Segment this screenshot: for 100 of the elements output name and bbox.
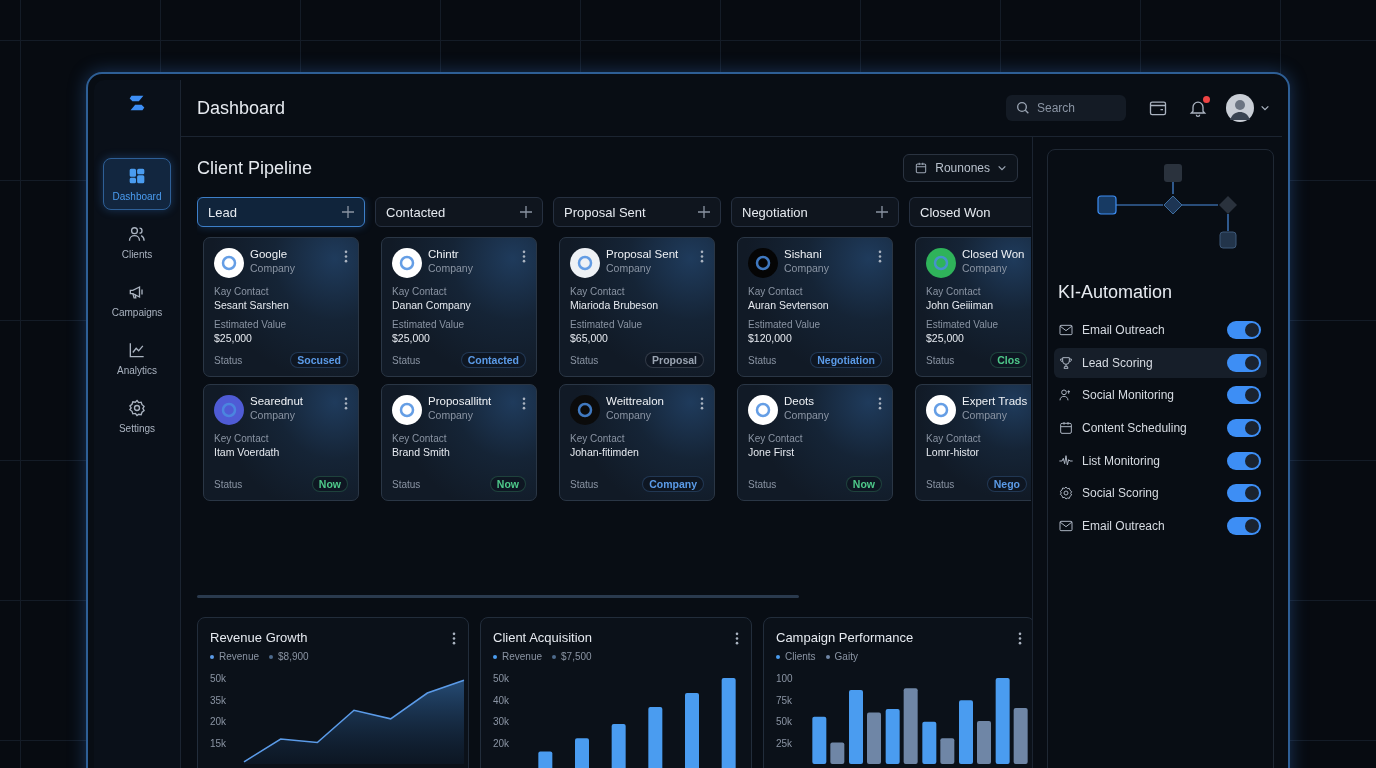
more-icon[interactable] (344, 250, 348, 263)
nav-item[interactable]: Analytics (103, 332, 171, 384)
axis-label: 75k (776, 694, 793, 706)
more-icon[interactable] (878, 250, 882, 263)
axis-label: 25k (776, 737, 793, 749)
field-label: Key Contact (748, 433, 804, 444)
scrollbar-thumb[interactable] (197, 595, 799, 598)
client-card[interactable]: Chintr Company Kay Contact Danan Company Estimated Value $25,000 Status Contacted (381, 237, 537, 377)
automation-item[interactable]: Email Outreach (1054, 511, 1267, 542)
bar (812, 716, 827, 764)
bar (867, 712, 881, 764)
field-label: Status (570, 478, 599, 490)
column-title: Negotiation (742, 204, 808, 220)
field-label: Status (392, 478, 421, 490)
gear-icon (127, 398, 147, 418)
nav-item[interactable]: Clients (103, 216, 171, 268)
toggle-switch[interactable] (1227, 517, 1261, 536)
more-icon[interactable] (452, 632, 456, 645)
axis-label: 50k (210, 673, 227, 684)
chevron-icon[interactable] (1260, 103, 1270, 113)
field-label: Estimated Value (392, 319, 466, 330)
field-label: Kay Contact (392, 286, 448, 297)
client-card[interactable]: Expert Trads Company Kay Contact Lomr-histor Status Nego (915, 384, 1031, 501)
field-label: Status (214, 478, 243, 490)
client-card[interactable]: Closed Won Company Kay Contact John Geiiiman Estimated Value $25,000 Status Clos (915, 237, 1031, 377)
automation-item[interactable]: Email Outreach (1054, 315, 1267, 345)
field-label: Status (748, 478, 777, 490)
search-field[interactable]: Search (1006, 95, 1126, 121)
toggle-switch[interactable] (1227, 386, 1261, 405)
automation-item[interactable]: Social Scoring (1054, 478, 1267, 509)
field-label: Status (926, 354, 955, 366)
client-card[interactable]: Searednut Company Key Contact Itam Voerdath Status Now (203, 384, 359, 501)
company-type: Company (962, 409, 1008, 421)
bar (922, 721, 937, 764)
more-icon[interactable] (344, 397, 348, 410)
company-name: Proposal Sent (606, 248, 680, 260)
contact-name: Miarioda Brubeson (570, 299, 660, 311)
contact-name: Auran Sevtenson (748, 299, 830, 311)
contact-name: John Geiiiman (926, 299, 995, 311)
nav-item[interactable]: Dashboard (103, 158, 171, 210)
automation-label: Social Monitoring (1082, 388, 1176, 403)
toggle-switch[interactable] (1227, 484, 1261, 503)
automation-item[interactable]: List Monitoring (1054, 445, 1267, 476)
add-icon[interactable] (520, 206, 532, 218)
bar (940, 738, 955, 764)
filter-dropdown[interactable]: Rounones (903, 154, 1018, 182)
more-icon[interactable] (522, 250, 526, 263)
automation-item[interactable]: Lead Scoring (1054, 347, 1267, 378)
nav-item[interactable]: Campaigns (103, 274, 171, 326)
more-icon[interactable] (522, 397, 526, 410)
calendar-icon (914, 161, 929, 175)
bar (611, 724, 626, 768)
more-icon[interactable] (1018, 632, 1022, 645)
bar (1013, 708, 1028, 764)
contact-name: Lomr-histor (926, 446, 981, 458)
field-label: Status (570, 354, 599, 366)
field-label: Key Contact (570, 433, 626, 444)
automation-label: Content Scheduling (1082, 421, 1188, 436)
more-icon[interactable] (700, 397, 704, 410)
section-title: Client Pipeline (197, 157, 313, 179)
avatar[interactable] (1226, 94, 1254, 122)
bar (538, 751, 553, 768)
estimated-value: $65,000 (570, 332, 609, 344)
add-icon[interactable] (342, 206, 354, 218)
add-icon[interactable] (876, 206, 888, 218)
client-card[interactable]: Proposal Sent Company Kay Contact Miarioda Brubeson Estimated Value $65,000 Status Proposal (559, 237, 715, 377)
toggle-switch[interactable] (1227, 353, 1261, 372)
more-icon[interactable] (735, 632, 739, 645)
automation-item[interactable]: Social Monitoring (1054, 380, 1267, 411)
field-label: Kay Contact (748, 286, 804, 297)
automation-item[interactable]: Content Scheduling (1054, 413, 1267, 444)
company-name: Chintr (428, 248, 460, 260)
column-header[interactable]: Lead (197, 197, 365, 227)
automation-label: List Monitoring (1082, 453, 1162, 468)
column-header[interactable]: Contacted (375, 197, 543, 227)
column-header[interactable]: Proposal Sent (553, 197, 721, 227)
field-label: Kay Contact (926, 286, 982, 297)
notification-button[interactable] (1188, 98, 1208, 118)
toggle-switch[interactable] (1227, 419, 1261, 438)
axis-label: 35k (210, 694, 227, 706)
chevron-icon (997, 163, 1007, 173)
nav-item[interactable]: Settings (103, 390, 171, 442)
client-card[interactable]: Weittrealon Company Key Contact Johan-fitimden Status Company (559, 384, 715, 501)
add-icon[interactable] (698, 206, 710, 218)
toggle-switch[interactable] (1227, 321, 1261, 339)
toggle-switch[interactable] (1227, 451, 1261, 470)
client-card[interactable]: Google Company Kay Contact Sesant Sarshen Estimated Value $25,000 Status Socused (203, 237, 359, 377)
trophy-icon (1058, 354, 1074, 371)
chart-title: Campaign Performance (776, 630, 914, 645)
client-card[interactable]: Proposallitnt Company Key Contact Brand Smith Status Now (381, 384, 537, 501)
field-label: Estimated Value (748, 319, 822, 330)
more-icon[interactable] (700, 250, 704, 263)
client-card[interactable]: Deots Company Key Contact Jone First Status Now (737, 384, 893, 501)
more-icon[interactable] (878, 397, 882, 410)
client-card[interactable]: Sishani Company Kay Contact Auran Sevtenson Estimated Value $120,000 Status Negotiation (737, 237, 893, 377)
column-header[interactable]: Closed Won (909, 197, 1031, 227)
contact-name: Itam Voerdath (214, 446, 281, 458)
chart-title: Revenue Growth (210, 630, 308, 645)
bar (959, 700, 973, 764)
column-header[interactable]: Negotiation (731, 197, 899, 227)
